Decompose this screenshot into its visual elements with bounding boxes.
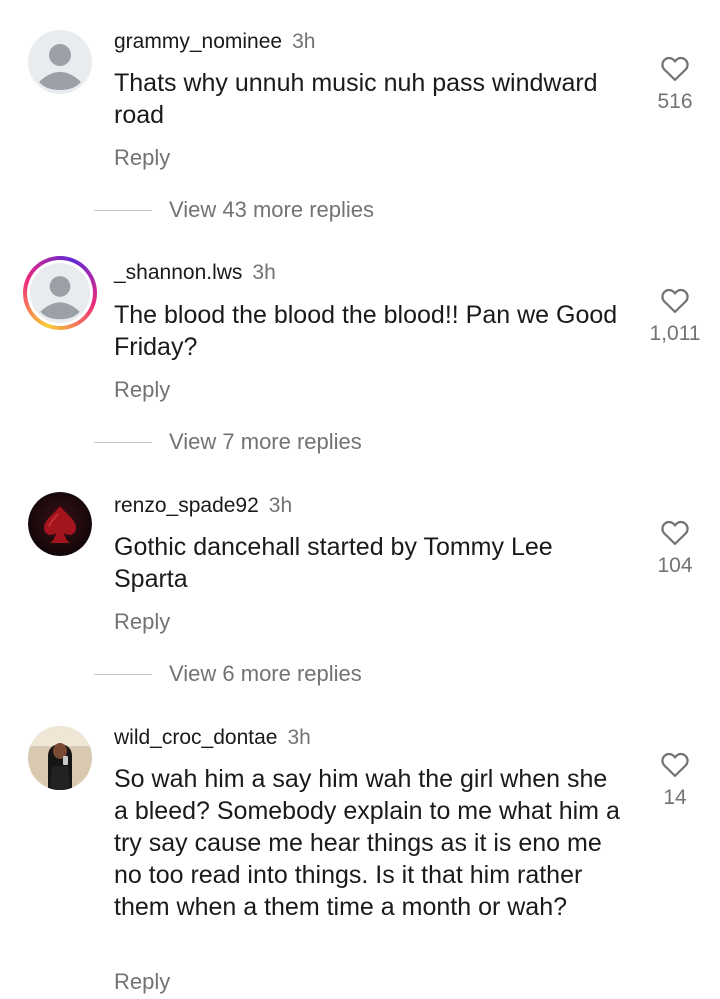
heart-icon[interactable] [660,750,690,778]
like-control: 14 [630,750,720,810]
story-ring [27,260,93,326]
comment-text: Thats why unnuh music nuh pass windward … [114,69,598,129]
like-count: 104 [657,554,693,577]
like-control: 104 [630,518,720,578]
view-replies-button[interactable]: View 6 more replies [94,661,362,687]
username[interactable]: wild_croc_dontae [114,726,277,749]
avatar-image [30,263,90,323]
comment-text: Gothic dancehall started by Tommy Lee Sp… [114,533,553,593]
reply-button[interactable]: Reply [114,145,170,171]
username[interactable]: _shannon.lws [114,261,242,284]
avatar[interactable] [23,256,97,330]
reply-button[interactable]: Reply [114,969,170,995]
comment-text: So wah him a say him wah the girl when s… [114,765,620,921]
reply-button[interactable]: Reply [114,377,170,403]
timestamp: 3h [268,494,293,517]
divider [94,209,152,211]
like-count: 14 [663,786,687,809]
view-replies-label[interactable]: View 7 more replies [169,429,362,455]
timestamp: 3h [252,261,276,284]
username[interactable]: renzo_spade92 [114,494,259,517]
user-photo [28,726,92,790]
avatar[interactable] [28,492,92,556]
default-user-icon [30,263,90,323]
heart-icon[interactable] [660,518,690,546]
avatar[interactable] [28,30,92,94]
like-control: 1,011 [630,286,720,346]
like-control: 516 [630,54,720,114]
timestamp: 3h [292,30,316,53]
divider [94,673,152,675]
divider [94,441,152,443]
default-user-icon [28,30,92,94]
timestamp: 3h [287,726,311,749]
like-count: 516 [657,90,693,113]
reply-button[interactable]: Reply [114,609,170,635]
like-count: 1,011 [649,322,701,345]
heart-icon[interactable] [660,54,690,82]
heart-icon[interactable] [660,286,690,314]
avatar[interactable] [28,726,92,790]
view-replies-button[interactable]: View 7 more replies [94,429,362,455]
view-replies-label[interactable]: View 43 more replies [169,197,374,223]
spade-photo [28,492,92,556]
comment-text: The blood the blood the blood!! Pan we G… [114,301,618,361]
view-replies-label[interactable]: View 6 more replies [169,661,362,687]
view-replies-button[interactable]: View 43 more replies [94,197,374,223]
username[interactable]: grammy_nominee [114,30,282,53]
